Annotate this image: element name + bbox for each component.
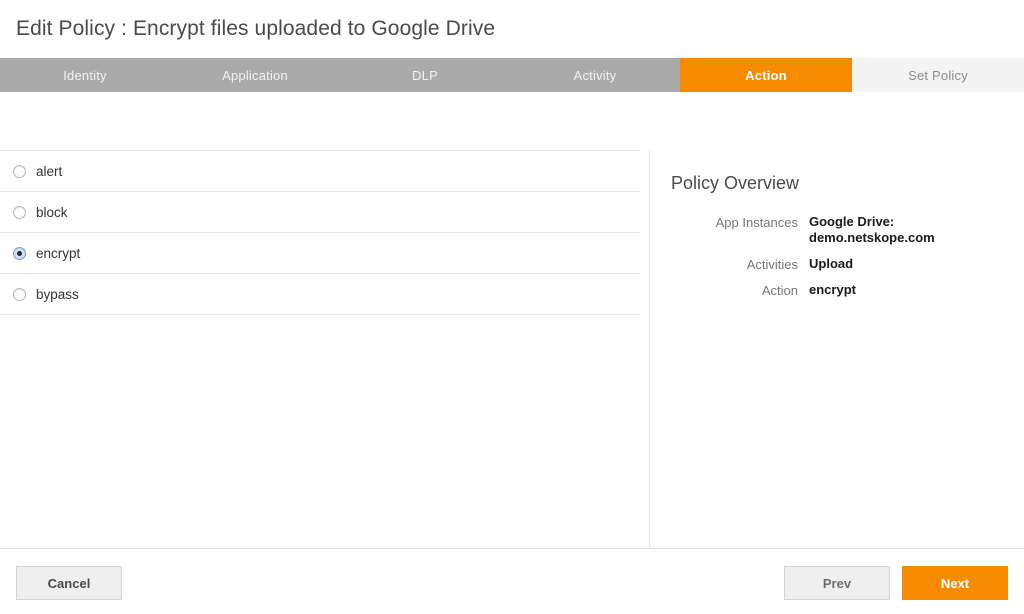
overview-row-label: App Instances <box>715 215 798 230</box>
wizard-step-label: Identity <box>63 67 107 83</box>
action-radio-group: alert block encrypt bypass <box>0 150 640 315</box>
action-options-pane: alert block encrypt bypass <box>0 150 650 548</box>
action-option-alert[interactable]: alert <box>0 151 640 192</box>
title-bar: Edit Policy : Encrypt files uploaded to … <box>0 0 1024 58</box>
wizard-step-set-policy[interactable]: Set Policy <box>852 58 1024 92</box>
wizard-step-identity[interactable]: Identity <box>0 58 170 92</box>
radio-unchecked-icon[interactable] <box>13 205 26 219</box>
page-title: Edit Policy : Encrypt files uploaded to … <box>16 17 496 40</box>
radio-checked-icon[interactable] <box>13 246 26 260</box>
policy-overview-pane: Policy Overview App Instances Google Dri… <box>651 150 1024 548</box>
wizard-step-dlp[interactable]: DLP <box>340 58 510 92</box>
radio-unchecked-icon[interactable] <box>13 287 26 301</box>
action-option-label: encrypt <box>36 245 81 261</box>
next-button[interactable]: Next <box>902 566 1008 600</box>
edit-policy-wizard: Edit Policy : Encrypt files uploaded to … <box>0 0 1024 614</box>
action-option-label: bypass <box>36 286 79 302</box>
overview-row-app-instances: App Instances Google Drive: demo.netskop… <box>651 214 1024 246</box>
wizard-step-application[interactable]: Application <box>170 58 340 92</box>
overview-row-value: Google Drive: demo.netskope.com <box>809 214 935 245</box>
wizard-step-label: Action <box>745 67 787 83</box>
overview-row-value: Upload <box>809 256 854 271</box>
policy-overview-table: App Instances Google Drive: demo.netskop… <box>651 214 1024 308</box>
content-area: alert block encrypt bypass Policy Overvi… <box>0 150 1024 548</box>
prev-button[interactable]: Prev <box>784 566 890 600</box>
wizard-step-label: DLP <box>412 67 438 83</box>
wizard-footer: Cancel Prev Next <box>0 548 1024 614</box>
action-option-bypass[interactable]: bypass <box>0 274 640 315</box>
action-option-label: alert <box>36 163 63 179</box>
radio-unchecked-icon[interactable] <box>13 164 26 178</box>
wizard-step-label: Application <box>222 67 288 83</box>
action-option-label: block <box>36 204 68 220</box>
cancel-button[interactable]: Cancel <box>16 566 122 600</box>
overview-row-activities: Activities Upload <box>651 256 1024 272</box>
wizard-step-label: Activity <box>573 67 617 83</box>
wizard-step-activity[interactable]: Activity <box>510 58 680 92</box>
overview-row-label: Activities <box>746 257 798 272</box>
overview-row-value: encrypt <box>809 282 856 297</box>
action-option-encrypt[interactable]: encrypt <box>0 233 640 274</box>
action-option-block[interactable]: block <box>0 192 640 233</box>
overview-row-action: Action encrypt <box>651 282 1024 298</box>
overview-row-label: Action <box>761 283 798 298</box>
policy-overview-heading: Policy Overview <box>671 173 800 193</box>
wizard-step-action[interactable]: Action <box>680 58 869 92</box>
wizard-step-label: Set Policy <box>908 67 968 83</box>
wizard-step-bar: Identity Application DLP Activity Action… <box>0 58 1024 92</box>
